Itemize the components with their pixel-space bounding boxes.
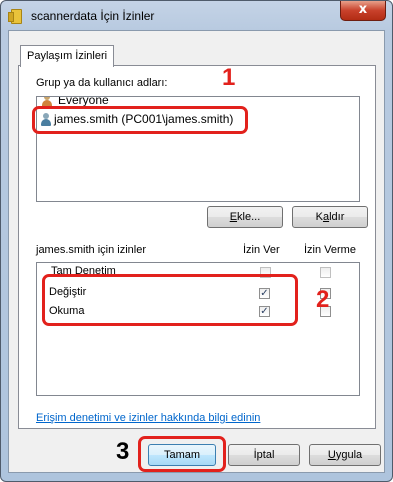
step-number-2: 2 — [316, 286, 330, 313]
add-button[interactable]: Ekle... — [207, 206, 283, 228]
cancel-button[interactable]: İptal — [228, 444, 300, 466]
title-bar[interactable]: scannerdata İçin İzinler x — [1, 1, 392, 31]
apply-button[interactable]: Uygula — [309, 444, 381, 466]
help-link[interactable]: Erişim denetimi ve izinler hakkında bilg… — [36, 412, 260, 424]
folder-icon — [8, 9, 22, 24]
callout-box-step3 — [138, 436, 226, 472]
close-icon: x — [358, 2, 368, 17]
permissions-heading: james.smith için izinler — [36, 244, 147, 256]
step-number-3: 3 — [116, 438, 130, 465]
window-title: scannerdata İçin İzinler — [31, 9, 155, 23]
group-list-label: Grup ya da kullanıcı adları: — [36, 77, 168, 89]
column-deny: İzin Verme — [304, 244, 356, 256]
callout-box-step1 — [32, 106, 248, 134]
close-button[interactable]: x — [340, 1, 386, 21]
column-allow: İzin Ver — [243, 244, 280, 256]
callout-box-step2 — [42, 274, 298, 326]
step-number-1: 1 — [222, 64, 236, 91]
tab-sharing-permissions[interactable]: Paylaşım İzinleri — [20, 45, 115, 67]
remove-button[interactable]: Kaldır — [292, 206, 368, 228]
deny-checkbox-full-control[interactable] — [320, 267, 331, 278]
